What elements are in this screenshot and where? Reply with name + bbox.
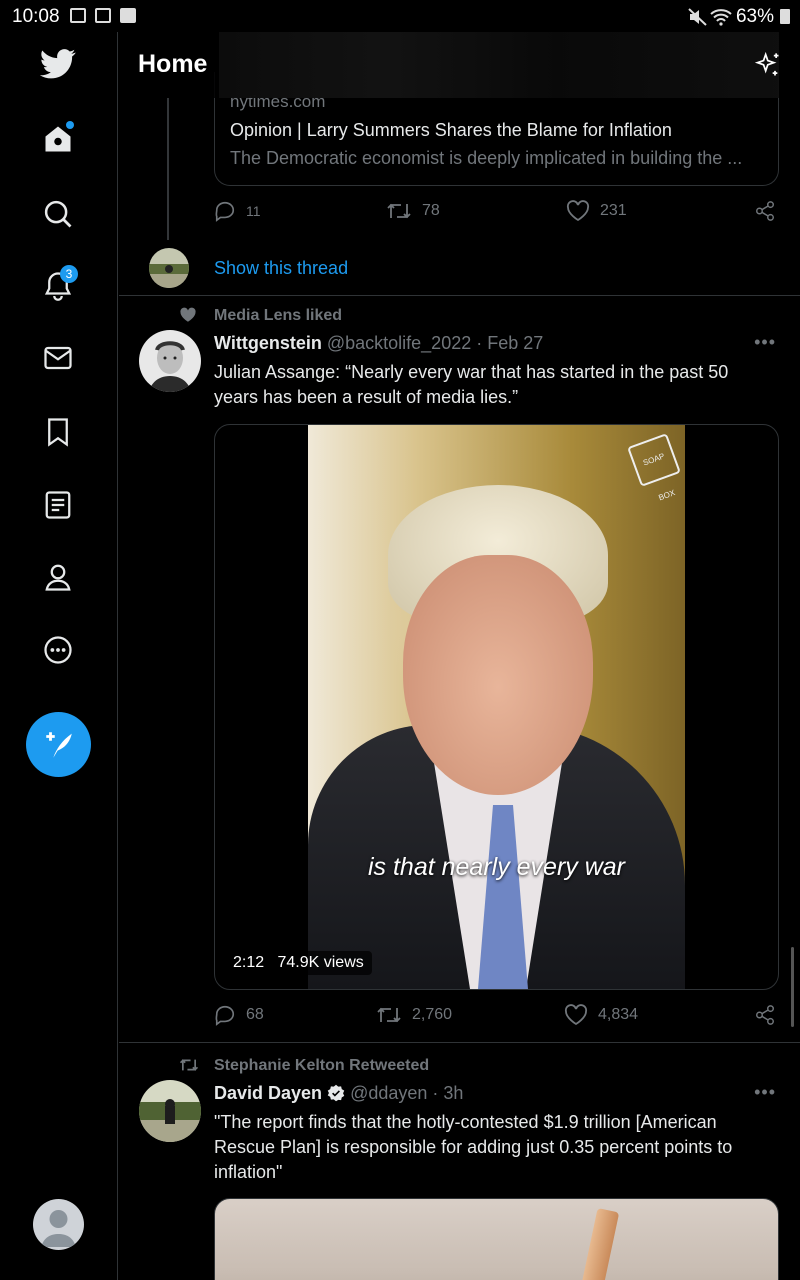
status-bar: 10:08 63% [0,0,800,32]
thread-line [167,98,169,240]
retweet-button[interactable]: 2,760 [376,1004,452,1026]
like-button[interactable]: 4,834 [564,1004,638,1026]
new-content-dot [66,121,74,129]
retweet-count: 78 [422,202,440,219]
retweet-count: 2,760 [412,1006,453,1023]
mail-icon [44,346,72,370]
share-button[interactable] [754,200,776,222]
retweeted-icon [179,1059,199,1071]
notification-badge: 3 [60,265,78,283]
author-avatar[interactable] [139,330,201,392]
landscape-avatar-icon [139,1080,201,1142]
author-avatar[interactable] [139,1080,201,1142]
retweet-icon [377,1007,401,1023]
tweet-actions: 68 2,760 4,834 [214,1004,779,1034]
tweet-actions: 11 78 231 [214,200,779,230]
page-title: Home [138,50,208,78]
divider [119,295,800,296]
sidebar-item-bookmarks[interactable] [30,404,86,460]
sidebar-item-home[interactable] [30,111,86,167]
heart-icon [566,200,590,222]
sidebar: 3 [0,32,118,1280]
reply-button[interactable]: 68 [214,1004,264,1026]
video-player[interactable]: SOAP BOX is that nearly every war 2:12 7… [214,424,779,990]
link-description: The Democratic economist is deeply impli… [230,148,743,168]
sidebar-item-messages[interactable] [30,330,86,386]
tweet-image[interactable] [214,1198,779,1280]
tweet-more-button[interactable]: ••• [754,332,776,353]
reply-icon [215,201,235,222]
sidebar-item-lists[interactable] [30,477,86,533]
reply-button[interactable]: 11 [214,200,261,222]
tweet-author: Wittgenstein @backtolife_2022 · Feb 27 [214,333,543,354]
landscape-avatar-icon [149,248,189,288]
twitter-logo-button[interactable] [30,36,86,92]
soapbox-watermark: SOAP BOX [627,433,681,502]
link-headline: Opinion | Larry Summers Shares the Blame… [230,120,672,140]
verified-badge-icon [327,1084,345,1102]
tweet-date[interactable]: · Feb 27 [476,333,543,353]
tweet-date[interactable]: · 3h [432,1083,463,1103]
tweet-more-button[interactable]: ••• [754,1082,776,1103]
share-icon [756,201,774,221]
social-context: Media Lens liked [214,307,343,324]
retweet-button[interactable]: 78 [386,200,440,222]
video-caption: is that nearly every war [367,853,626,881]
account-avatar[interactable] [33,1199,84,1250]
gallery-icon [70,8,86,23]
screenshot-icon [95,8,111,23]
like-count: 4,834 [598,1006,639,1023]
battery-percent: 63% [735,6,774,27]
scrollbar[interactable] [791,947,794,1027]
author-name[interactable]: David Dayen [214,1083,322,1103]
tweet-text: "The report finds that the hotly-contest… [214,1112,733,1182]
reply-count: 11 [246,203,261,219]
video-duration: 2:12 [233,954,265,971]
check-icon [120,8,136,23]
author-handle[interactable]: @ddayen [350,1083,427,1103]
twitter-bird-icon [40,49,76,79]
share-icon [756,1005,774,1025]
video-views: 74.9K views [277,954,364,971]
like-count: 231 [600,202,627,219]
sidebar-item-profile[interactable] [30,549,86,605]
show-thread-link[interactable]: Show this thread [214,258,348,279]
person-icon [45,564,71,591]
more-icon [44,636,72,664]
timeline-header: Home [119,32,800,98]
mute-icon [688,8,707,26]
author-name[interactable]: Wittgenstein [214,333,322,353]
share-button[interactable] [754,1004,776,1026]
reply-count: 68 [246,1006,264,1023]
sidebar-item-explore[interactable] [30,186,86,242]
battery-icon [780,9,790,24]
compose-tweet-button[interactable] [26,712,91,777]
tweet-author: David Dayen @ddayen · 3h [214,1083,463,1104]
thread-author-avatar[interactable] [149,248,189,288]
like-button[interactable]: 231 [566,200,627,222]
feather-plus-icon [45,731,72,758]
default-avatar-icon [41,1210,76,1247]
status-time: 10:08 [12,6,60,27]
liked-heart-icon [180,307,196,322]
portrait-avatar-icon [139,330,201,392]
sidebar-item-notifications[interactable] [30,258,86,314]
divider [119,1042,800,1043]
sparkle-icon[interactable] [754,51,782,79]
bookmark-icon [48,418,68,447]
author-handle[interactable]: @backtolife_2022 [327,333,471,353]
social-context: Stephanie Kelton Retweeted [214,1057,430,1074]
reply-icon [215,1005,235,1026]
sidebar-item-more[interactable] [30,622,86,678]
list-icon [45,491,71,519]
heart-icon [564,1004,588,1026]
timeline: Home nytimes.com Opinion | Larry Summers… [119,32,800,1280]
retweet-icon [387,203,411,219]
search-icon [44,200,72,228]
video-meta: 2:12 74.9K views [225,951,372,975]
video-frame: SOAP BOX is that nearly every war [308,425,685,989]
wifi-icon [710,9,732,26]
tweet-text: Julian Assange: “Nearly every war that h… [214,362,729,407]
